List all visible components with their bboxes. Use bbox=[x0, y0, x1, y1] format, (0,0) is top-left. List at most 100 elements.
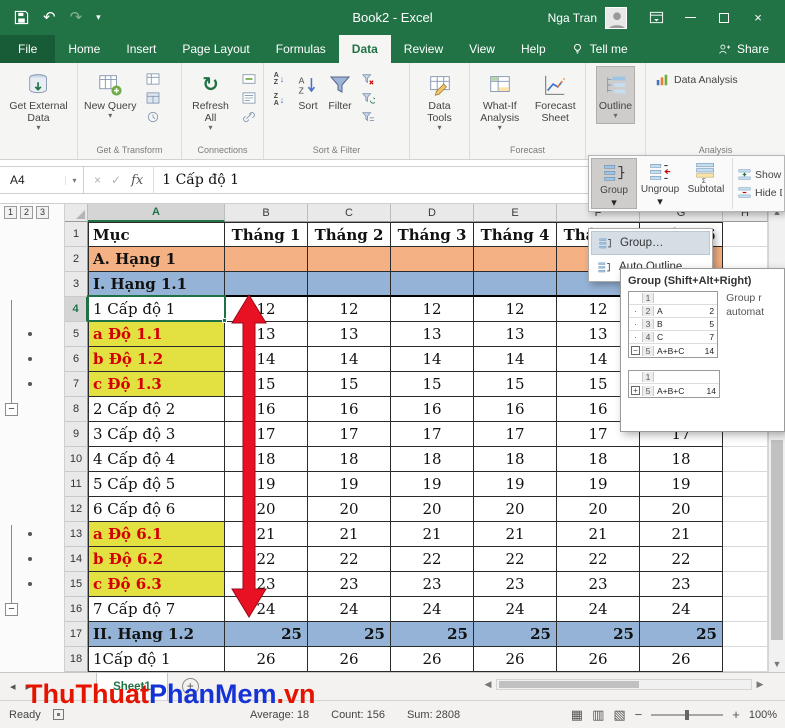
cell[interactable]: 3 Cấp độ 3 bbox=[88, 422, 225, 447]
cell[interactable] bbox=[225, 272, 308, 297]
row-header-14[interactable]: 14 bbox=[65, 547, 88, 572]
outline-level-button-1[interactable]: 1 bbox=[4, 206, 17, 219]
enter-icon[interactable]: ✓ bbox=[111, 173, 121, 187]
cell[interactable]: 24 bbox=[308, 597, 391, 622]
cell[interactable]: 23 bbox=[474, 572, 557, 597]
cell[interactable] bbox=[723, 522, 768, 547]
row-header-17[interactable]: 17 bbox=[65, 622, 88, 647]
cell[interactable]: 24 bbox=[640, 597, 723, 622]
cell[interactable]: Mục bbox=[88, 222, 225, 247]
row-header-8[interactable]: 8 bbox=[65, 397, 88, 422]
cancel-icon[interactable]: × bbox=[94, 173, 101, 187]
cell[interactable]: a Độ 1.1 bbox=[88, 322, 225, 347]
cell[interactable]: c Độ 6.3 bbox=[88, 572, 225, 597]
page-layout-view-icon[interactable]: ▥ bbox=[592, 707, 604, 723]
cell[interactable]: 16 bbox=[225, 397, 308, 422]
cell[interactable]: 15 bbox=[391, 372, 474, 397]
cell[interactable]: 24 bbox=[557, 597, 640, 622]
cell[interactable]: Tháng 2 bbox=[308, 222, 391, 247]
cell[interactable]: 19 bbox=[640, 472, 723, 497]
menu-item-group-[interactable]: Group… bbox=[591, 231, 710, 255]
tab-help[interactable]: Help bbox=[508, 35, 559, 63]
recent-sources-icon[interactable] bbox=[142, 108, 164, 125]
collapse-group-button[interactable]: − bbox=[5, 603, 18, 616]
forecast-sheet-button[interactable]: Forecast Sheet bbox=[529, 66, 583, 128]
name-box[interactable]: A4 ▾ bbox=[0, 166, 84, 194]
row-header-13[interactable]: 13 bbox=[65, 522, 88, 547]
cell[interactable]: 19 bbox=[391, 472, 474, 497]
cell[interactable]: 23 bbox=[225, 572, 308, 597]
cell[interactable]: 16 bbox=[474, 397, 557, 422]
maximize-button[interactable] bbox=[707, 4, 741, 32]
cell[interactable]: 17 bbox=[225, 422, 308, 447]
cell[interactable]: 21 bbox=[640, 522, 723, 547]
subtotal-button[interactable]: Σ Subtotal bbox=[683, 158, 729, 209]
zoom-out-icon[interactable]: − bbox=[635, 707, 643, 722]
row-header-15[interactable]: 15 bbox=[65, 572, 88, 597]
sort-button[interactable]: AZ Sort bbox=[293, 66, 323, 116]
filter-button[interactable]: Filter bbox=[325, 66, 355, 116]
show-queries-icon[interactable] bbox=[142, 70, 164, 87]
sheet-nav-left-icon[interactable]: ◂ bbox=[10, 680, 16, 693]
row-header-7[interactable]: 7 bbox=[65, 372, 88, 397]
cell[interactable]: 15 bbox=[474, 372, 557, 397]
scroll-right-icon[interactable]: ▶ bbox=[752, 679, 768, 690]
cell[interactable]: b Độ 1.2 bbox=[88, 347, 225, 372]
share-button[interactable]: Share bbox=[702, 35, 785, 63]
cell[interactable]: 22 bbox=[225, 547, 308, 572]
cell[interactable] bbox=[225, 247, 308, 272]
tab-file[interactable]: File bbox=[0, 35, 56, 63]
cell[interactable] bbox=[723, 572, 768, 597]
ungroup-button[interactable]: Ungroup ▾ bbox=[637, 158, 683, 209]
cell[interactable]: 23 bbox=[391, 572, 474, 597]
cell[interactable]: 14 bbox=[225, 347, 308, 372]
cell[interactable] bbox=[723, 547, 768, 572]
cell[interactable]: 19 bbox=[308, 472, 391, 497]
cell[interactable]: 18 bbox=[640, 447, 723, 472]
cell[interactable]: 18 bbox=[225, 447, 308, 472]
new-sheet-icon[interactable]: + bbox=[181, 678, 199, 695]
insert-function-icon[interactable]: fx bbox=[131, 173, 143, 188]
edit-links-icon[interactable] bbox=[238, 108, 260, 125]
cell[interactable]: Tháng 4 bbox=[474, 222, 557, 247]
cell[interactable]: 17 bbox=[474, 422, 557, 447]
row-header-11[interactable]: 11 bbox=[65, 472, 88, 497]
select-all-corner[interactable] bbox=[65, 204, 88, 222]
scroll-left-icon[interactable]: ◀ bbox=[480, 679, 496, 690]
cell[interactable]: 17 bbox=[308, 422, 391, 447]
cell[interactable]: 21 bbox=[308, 522, 391, 547]
reapply-filter-icon[interactable] bbox=[357, 89, 379, 106]
cell[interactable] bbox=[723, 597, 768, 622]
horizontal-scrollbar[interactable]: ◀ ▶ bbox=[480, 676, 768, 693]
cell[interactable]: 24 bbox=[391, 597, 474, 622]
cell[interactable]: 25 bbox=[640, 622, 723, 647]
sort-ascending-icon[interactable]: A Z ↓ bbox=[267, 70, 291, 88]
cell[interactable]: 20 bbox=[640, 497, 723, 522]
cell[interactable]: 20 bbox=[391, 497, 474, 522]
avatar[interactable] bbox=[605, 6, 627, 29]
account-area[interactable]: Nga Tran bbox=[548, 6, 627, 29]
cell[interactable]: 13 bbox=[474, 322, 557, 347]
cell[interactable]: 26 bbox=[308, 647, 391, 672]
cell[interactable]: 20 bbox=[225, 497, 308, 522]
row-header-3[interactable]: 3 bbox=[65, 272, 88, 297]
cell[interactable]: 14 bbox=[474, 347, 557, 372]
row-header-9[interactable]: 9 bbox=[65, 422, 88, 447]
cell[interactable]: 22 bbox=[557, 547, 640, 572]
cell[interactable]: 22 bbox=[308, 547, 391, 572]
redo-icon[interactable]: ↷ bbox=[70, 10, 83, 25]
cell[interactable]: 14 bbox=[308, 347, 391, 372]
cell[interactable]: 12 bbox=[225, 297, 308, 322]
cell[interactable]: Tháng 3 bbox=[391, 222, 474, 247]
cell[interactable]: 26 bbox=[225, 647, 308, 672]
cell[interactable]: A. Hạng 1 bbox=[88, 247, 225, 272]
ribbon-display-options-icon[interactable] bbox=[639, 4, 673, 32]
cell[interactable]: 25 bbox=[308, 622, 391, 647]
group-button[interactable]: Group ▾ bbox=[591, 158, 637, 209]
cell[interactable]: 23 bbox=[557, 572, 640, 597]
vertical-scroll-thumb[interactable] bbox=[771, 440, 783, 640]
tab-home[interactable]: Home bbox=[55, 35, 113, 63]
customize-toolbar-icon[interactable]: ▾ bbox=[96, 13, 101, 22]
row-header-5[interactable]: 5 bbox=[65, 322, 88, 347]
cell[interactable]: 13 bbox=[225, 322, 308, 347]
